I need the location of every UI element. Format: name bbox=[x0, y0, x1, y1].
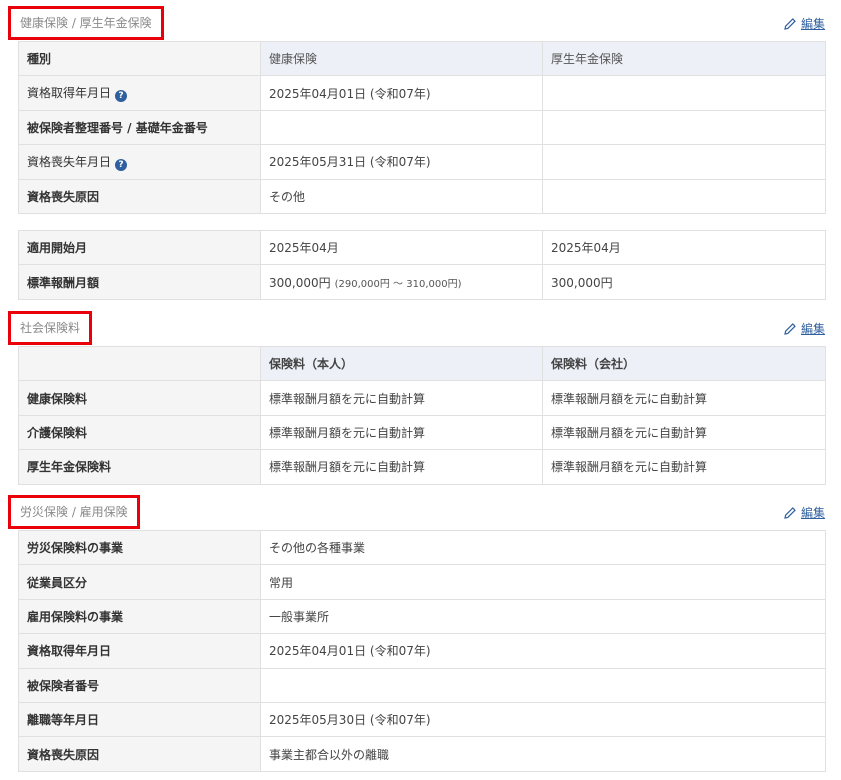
row-label-employment-insurance-business: 雇用保険料の事業 bbox=[18, 598, 261, 635]
row-label-pension-premium: 厚生年金保険料 bbox=[18, 449, 261, 485]
edit-label: 編集 bbox=[800, 322, 825, 336]
remuneration-range: (290,000円 ～ 310,000円) bbox=[334, 278, 462, 290]
row-label-qualification-date: 資格取得年月日? bbox=[18, 75, 261, 111]
row-label-standard-remuneration: 標準報酬月額 bbox=[18, 264, 261, 300]
employment-qualification-date: 2025年04月01日 (令和07年) bbox=[260, 633, 826, 669]
row-label-insured-number: 被保険者整理番号 / 基礎年金番号 bbox=[18, 109, 261, 146]
health-premium-employee: 標準報酬月額を元に自動計算 bbox=[260, 380, 543, 416]
header-label: 種別 bbox=[18, 40, 261, 77]
employment-insured-number bbox=[260, 667, 826, 703]
help-icon[interactable]: ? bbox=[115, 90, 128, 103]
help-icon[interactable]: ? bbox=[115, 158, 128, 171]
health-loss-reason: その他 bbox=[260, 178, 543, 214]
table-row: 資格喪失原因 その他 bbox=[18, 178, 826, 214]
table-row: 資格喪失年月日? 2025年05月31日 (令和07年) bbox=[18, 144, 826, 180]
edit-social-insurance-link[interactable]: 編集 bbox=[783, 320, 825, 337]
section-title-health-pension: 健康保険 / 厚生年金保険 bbox=[8, 6, 164, 40]
employee-category: 常用 bbox=[260, 564, 826, 600]
header-empty bbox=[18, 345, 261, 382]
pension-qualification-date bbox=[542, 75, 826, 111]
table-row: 雇用保険料の事業 一般事業所 bbox=[18, 598, 826, 635]
section-title-labor-employment: 労災保険 / 雇用保険 bbox=[8, 495, 140, 529]
section-title-social-insurance: 社会保険料 bbox=[8, 311, 93, 345]
table-header-row: 保険料（本人） 保険料（会社） bbox=[18, 345, 826, 382]
social-insurance-table: 保険料（本人） 保険料（会社） 健康保険料 標準報酬月額を元に自動計算 標準報酬… bbox=[18, 345, 826, 485]
table-row: 標準報酬月額 300,000円 (290,000円 ～ 310,000円) 300… bbox=[18, 264, 826, 300]
header-pension-insurance: 厚生年金保険 bbox=[542, 40, 826, 77]
pension-standard-remuneration: 300,000円 bbox=[542, 264, 826, 300]
health-standard-remuneration: 300,000円 (290,000円 ～ 310,000円) bbox=[260, 264, 543, 300]
pension-loss-reason bbox=[542, 178, 826, 214]
row-label-health-premium: 健康保険料 bbox=[18, 380, 261, 416]
table-row: 厚生年金保険料 標準報酬月額を元に自動計算 標準報酬月額を元に自動計算 bbox=[18, 449, 826, 485]
row-label-start-month: 適用開始月 bbox=[18, 229, 261, 266]
separation-date: 2025年05月30日 (令和07年) bbox=[260, 701, 826, 738]
table-row: 労災保険料の事業 その他の各種事業 bbox=[18, 529, 826, 566]
pension-number bbox=[542, 109, 826, 146]
health-insured-number bbox=[260, 109, 543, 146]
edit-label: 編集 bbox=[800, 17, 825, 31]
row-label-separation-date: 離職等年月日 bbox=[18, 701, 261, 738]
pension-loss-date bbox=[542, 144, 826, 180]
health-start-month: 2025年04月 bbox=[260, 229, 543, 266]
edit-health-pension-link[interactable]: 編集 bbox=[783, 15, 825, 32]
social-section-header: 社会保険料 編集 bbox=[0, 311, 841, 345]
table-row: 被保険者番号 bbox=[18, 667, 826, 703]
table-row: 適用開始月 2025年04月 2025年04月 bbox=[18, 229, 826, 266]
table-row: 健康保険料 標準報酬月額を元に自動計算 標準報酬月額を元に自動計算 bbox=[18, 380, 826, 416]
labor-section-header: 労災保険 / 雇用保険 編集 bbox=[0, 495, 841, 529]
row-label-loss-reason: 資格喪失原因 bbox=[18, 178, 261, 214]
health-premium-company: 標準報酬月額を元に自動計算 bbox=[542, 380, 826, 416]
employment-loss-reason: 事業主都合以外の離職 bbox=[260, 736, 826, 772]
labor-employment-table: 労災保険料の事業 その他の各種事業 従業員区分 常用 雇用保険料の事業 一般事業… bbox=[18, 529, 826, 772]
row-label-employment-loss-reason: 資格喪失原因 bbox=[18, 736, 261, 772]
row-label-employee-category: 従業員区分 bbox=[18, 564, 261, 600]
pension-premium-employee: 標準報酬月額を元に自動計算 bbox=[260, 449, 543, 485]
health-pension-section-header: 健康保険 / 厚生年金保険 編集 bbox=[0, 6, 841, 40]
table-row: 資格取得年月日? 2025年04月01日 (令和07年) bbox=[18, 75, 826, 111]
pension-premium-company: 標準報酬月額を元に自動計算 bbox=[542, 449, 826, 485]
edit-labor-employment-link[interactable]: 編集 bbox=[783, 504, 825, 521]
care-premium-company: 標準報酬月額を元に自動計算 bbox=[542, 414, 826, 451]
row-label-employment-qualification-date: 資格取得年月日 bbox=[18, 633, 261, 669]
health-pension-table: 種別 健康保険 厚生年金保険 資格取得年月日? 2025年04月01日 (令和0… bbox=[18, 40, 826, 214]
employment-insurance-business: 一般事業所 bbox=[260, 598, 826, 635]
workers-comp-business: その他の各種事業 bbox=[260, 529, 826, 566]
row-label-loss-date: 資格喪失年月日? bbox=[18, 144, 261, 180]
table-header-row: 種別 健康保険 厚生年金保険 bbox=[18, 40, 826, 77]
header-premium-company: 保険料（会社） bbox=[542, 345, 826, 382]
header-premium-employee: 保険料（本人） bbox=[260, 345, 543, 382]
table-row: 介護保険料 標準報酬月額を元に自動計算 標準報酬月額を元に自動計算 bbox=[18, 414, 826, 451]
table-row: 従業員区分 常用 bbox=[18, 564, 826, 600]
pension-start-month: 2025年04月 bbox=[542, 229, 826, 266]
edit-label: 編集 bbox=[800, 506, 825, 520]
table-row: 資格取得年月日 2025年04月01日 (令和07年) bbox=[18, 633, 826, 669]
health-loss-date: 2025年05月31日 (令和07年) bbox=[260, 144, 543, 180]
table-row: 離職等年月日 2025年05月30日 (令和07年) bbox=[18, 701, 826, 738]
row-label-care-premium: 介護保険料 bbox=[18, 414, 261, 451]
row-label-workers-comp-business: 労災保険料の事業 bbox=[18, 529, 261, 566]
header-health-insurance: 健康保険 bbox=[260, 40, 543, 77]
pencil-icon bbox=[784, 506, 796, 519]
care-premium-employee: 標準報酬月額を元に自動計算 bbox=[260, 414, 543, 451]
remuneration-table: 適用開始月 2025年04月 2025年04月 標準報酬月額 300,000円(… bbox=[18, 229, 826, 300]
health-qualification-date: 2025年04月01日 (令和07年) bbox=[260, 75, 543, 111]
pencil-icon bbox=[784, 322, 796, 335]
row-label-insured-number: 被保険者番号 bbox=[18, 667, 261, 703]
table-row: 資格喪失原因 事業主都合以外の離職 bbox=[18, 736, 826, 772]
table-row: 被保険者整理番号 / 基礎年金番号 bbox=[18, 109, 826, 146]
pencil-icon bbox=[784, 17, 796, 30]
